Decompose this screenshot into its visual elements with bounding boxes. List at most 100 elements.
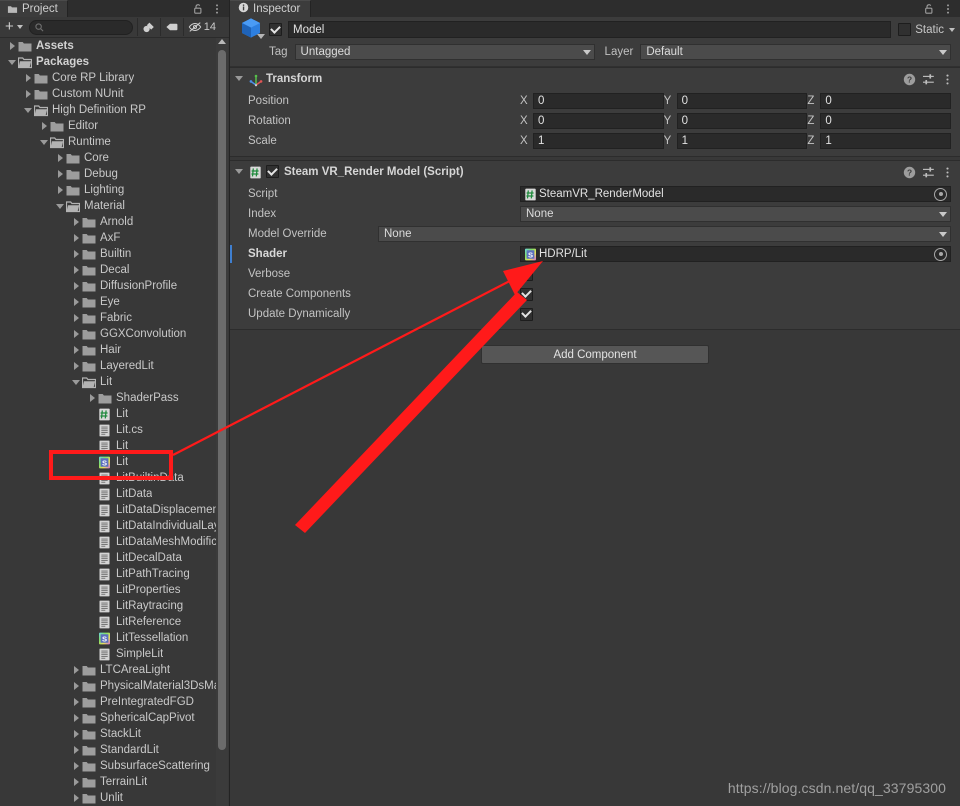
- chevron-down-icon[interactable]: [38, 134, 50, 150]
- tree-item[interactable]: Lit: [0, 438, 229, 454]
- chevron-right-icon[interactable]: [70, 294, 82, 310]
- chevron-right-icon[interactable]: [54, 182, 66, 198]
- tree-item[interactable]: Assets: [0, 38, 229, 54]
- chevron-right-icon[interactable]: [70, 246, 82, 262]
- tree-item[interactable]: StackLit: [0, 726, 229, 742]
- chevron-down-icon[interactable]: [949, 27, 955, 32]
- number-input[interactable]: 0: [533, 113, 664, 129]
- tree-item[interactable]: PreIntegratedFGD: [0, 694, 229, 710]
- kebab-menu-icon[interactable]: [941, 73, 953, 85]
- component-header[interactable]: Transform?: [230, 68, 960, 89]
- tree-item[interactable]: Core RP Library: [0, 70, 229, 86]
- dropdown-field[interactable]: None: [520, 206, 951, 222]
- chevron-right-icon[interactable]: [22, 86, 34, 102]
- help-icon[interactable]: ?: [903, 166, 916, 178]
- tree-item[interactable]: Lit: [0, 406, 229, 422]
- tree-item[interactable]: Eye: [0, 294, 229, 310]
- tree-item[interactable]: LTCAreaLight: [0, 662, 229, 678]
- number-input[interactable]: 0: [676, 93, 808, 109]
- tree-item[interactable]: High Definition RP: [0, 102, 229, 118]
- chevron-down-icon[interactable]: [54, 198, 66, 214]
- tree-item[interactable]: SubsurfaceScattering: [0, 758, 229, 774]
- chevron-right-icon[interactable]: [70, 230, 82, 246]
- tree-item[interactable]: Lighting: [0, 182, 229, 198]
- tree-item[interactable]: SphericalCapPivot: [0, 710, 229, 726]
- object-reference-field[interactable]: S HDRP/Lit: [520, 246, 951, 262]
- chevron-down-icon[interactable]: [6, 54, 18, 70]
- number-input[interactable]: 0: [820, 113, 952, 129]
- number-input[interactable]: 1: [820, 133, 952, 149]
- lock-icon[interactable]: [923, 3, 935, 15]
- tree-item[interactable]: Material: [0, 198, 229, 214]
- tree-item[interactable]: SimpleLit: [0, 646, 229, 662]
- preset-icon[interactable]: [922, 73, 934, 85]
- tree-item[interactable]: TerrainLit: [0, 774, 229, 790]
- tree-item[interactable]: LayeredLit: [0, 358, 229, 374]
- number-input[interactable]: 1: [533, 133, 664, 149]
- gameobject-enabled-checkbox[interactable]: [269, 23, 282, 36]
- chevron-right-icon[interactable]: [70, 726, 82, 742]
- filter-by-type-button[interactable]: [136, 18, 160, 36]
- tree-item[interactable]: S Lit: [0, 454, 229, 470]
- chevron-right-icon[interactable]: [70, 262, 82, 278]
- tree-item[interactable]: Builtin: [0, 246, 229, 262]
- chevron-down-icon[interactable]: [235, 169, 243, 174]
- chevron-right-icon[interactable]: [22, 70, 34, 86]
- chevron-right-icon[interactable]: [6, 38, 18, 54]
- search-input[interactable]: [28, 19, 133, 35]
- chevron-right-icon[interactable]: [70, 710, 82, 726]
- component-header[interactable]: Steam VR_Render Model (Script)?: [230, 161, 960, 182]
- project-tree[interactable]: Assets Packages Core RP Library Custom NUni…: [0, 38, 229, 806]
- component-enabled-checkbox[interactable]: [266, 165, 279, 178]
- chevron-down-icon[interactable]: [22, 102, 34, 118]
- tree-item[interactable]: LitReference: [0, 614, 229, 630]
- tree-item[interactable]: Lit: [0, 374, 229, 390]
- object-picker-icon[interactable]: [934, 247, 947, 261]
- static-toggle-group[interactable]: Static: [898, 23, 955, 36]
- chevron-down-icon[interactable]: [257, 33, 265, 39]
- tree-item[interactable]: Editor: [0, 118, 229, 134]
- tree-item[interactable]: Runtime: [0, 134, 229, 150]
- chevron-right-icon[interactable]: [54, 150, 66, 166]
- chevron-right-icon[interactable]: [70, 214, 82, 230]
- kebab-menu-icon[interactable]: [941, 166, 953, 178]
- tree-item[interactable]: LitPathTracing: [0, 566, 229, 582]
- scroll-up-arrow-icon[interactable]: [218, 39, 226, 44]
- chevron-right-icon[interactable]: [70, 342, 82, 358]
- number-input[interactable]: 0: [820, 93, 952, 109]
- chevron-right-icon[interactable]: [70, 278, 82, 294]
- tree-item[interactable]: Custom NUnit: [0, 86, 229, 102]
- tree-item[interactable]: S LitTessellation: [0, 630, 229, 646]
- chevron-right-icon[interactable]: [70, 774, 82, 790]
- add-component-button[interactable]: Add Component: [481, 345, 709, 364]
- tree-item[interactable]: PhysicalMaterial3DsMax: [0, 678, 229, 694]
- tree-item[interactable]: LitBuiltinData: [0, 470, 229, 486]
- preset-icon[interactable]: [922, 166, 934, 178]
- help-icon[interactable]: ?: [903, 73, 916, 85]
- property-checkbox[interactable]: [520, 267, 533, 281]
- chevron-right-icon[interactable]: [70, 742, 82, 758]
- create-asset-button[interactable]: +: [2, 19, 26, 36]
- tree-item[interactable]: LitData: [0, 486, 229, 502]
- tree-item[interactable]: Debug: [0, 166, 229, 182]
- tree-item[interactable]: LitDataDisplacement: [0, 502, 229, 518]
- layer-dropdown[interactable]: Default: [640, 44, 951, 60]
- tree-item[interactable]: LitDecalData: [0, 550, 229, 566]
- object-reference-field[interactable]: SteamVR_RenderModel: [520, 186, 951, 202]
- tree-item[interactable]: StandardLit: [0, 742, 229, 758]
- tree-item[interactable]: Unlit: [0, 790, 229, 806]
- chevron-right-icon[interactable]: [70, 694, 82, 710]
- chevron-right-icon[interactable]: [70, 326, 82, 342]
- chevron-right-icon[interactable]: [70, 310, 82, 326]
- tree-item[interactable]: Packages: [0, 54, 229, 70]
- chevron-right-icon[interactable]: [70, 678, 82, 694]
- chevron-right-icon[interactable]: [70, 358, 82, 374]
- tree-item[interactable]: Arnold: [0, 214, 229, 230]
- tree-item[interactable]: ShaderPass: [0, 390, 229, 406]
- filter-by-label-button[interactable]: [159, 18, 183, 36]
- object-picker-icon[interactable]: [934, 187, 947, 201]
- project-tree-scrollbar[interactable]: [216, 38, 228, 806]
- tree-item[interactable]: LitDataMeshModification: [0, 534, 229, 550]
- chevron-right-icon[interactable]: [70, 758, 82, 774]
- kebab-menu-icon[interactable]: [942, 3, 954, 15]
